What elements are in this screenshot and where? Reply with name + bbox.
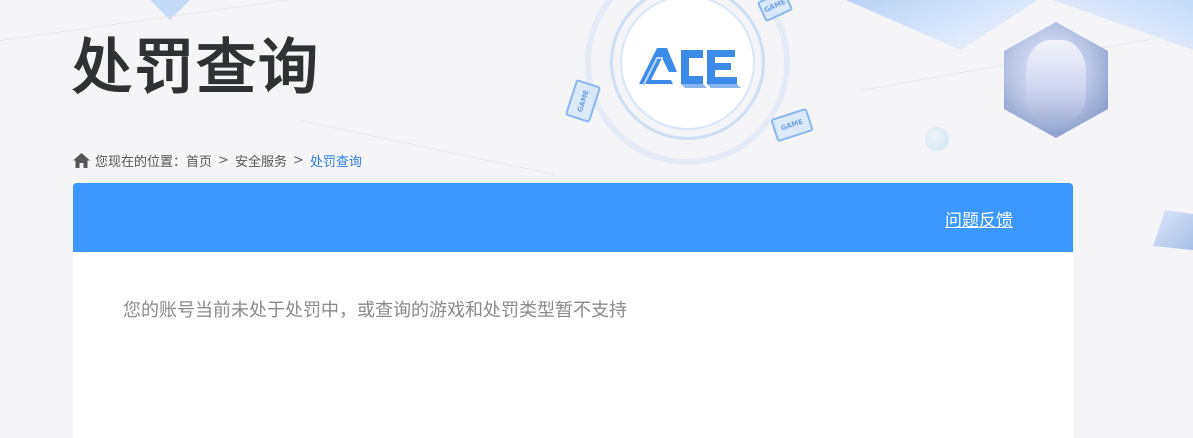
character-portrait <box>1004 22 1108 138</box>
decor-triangle <box>823 0 1053 50</box>
feedback-link[interactable]: 问题反馈 <box>945 206 1013 231</box>
ace-emblem: GAME GAME GAME <box>564 0 815 180</box>
home-icon <box>73 152 90 168</box>
breadcrumb-separator: > <box>292 152 304 168</box>
breadcrumb: 您现在的位置： 首页 > 安全服务 > 处罚查询 <box>73 150 362 170</box>
page-title: 处罚查询 <box>72 33 320 103</box>
decor-bubble <box>925 127 949 151</box>
decor-crystal <box>1153 210 1193 250</box>
page: GAME GAME GAME 处罚查询 您现在的位置： 首页 > 安全服务 > … <box>0 0 1193 438</box>
panel-body: 您的账号当前未处于处罚中，或查询的游戏和处罚类型暂不支持 <box>73 252 1073 438</box>
status-message: 您的账号当前未处于处罚中，或查询的游戏和处罚类型暂不支持 <box>123 300 627 321</box>
breadcrumb-home-link[interactable]: 首页 <box>186 151 212 170</box>
panel-header: 问题反馈 <box>73 183 1073 252</box>
breadcrumb-current: 处罚查询 <box>309 154 362 170</box>
breadcrumb-security-link[interactable]: 安全服务 <box>235 151 287 170</box>
ace-logo-icon <box>639 48 741 88</box>
character-figure <box>1026 40 1086 120</box>
game-device-icon: GAME <box>564 78 602 124</box>
breadcrumb-separator: > <box>218 152 229 168</box>
breadcrumb-prefix: 您现在的位置： <box>95 154 187 170</box>
